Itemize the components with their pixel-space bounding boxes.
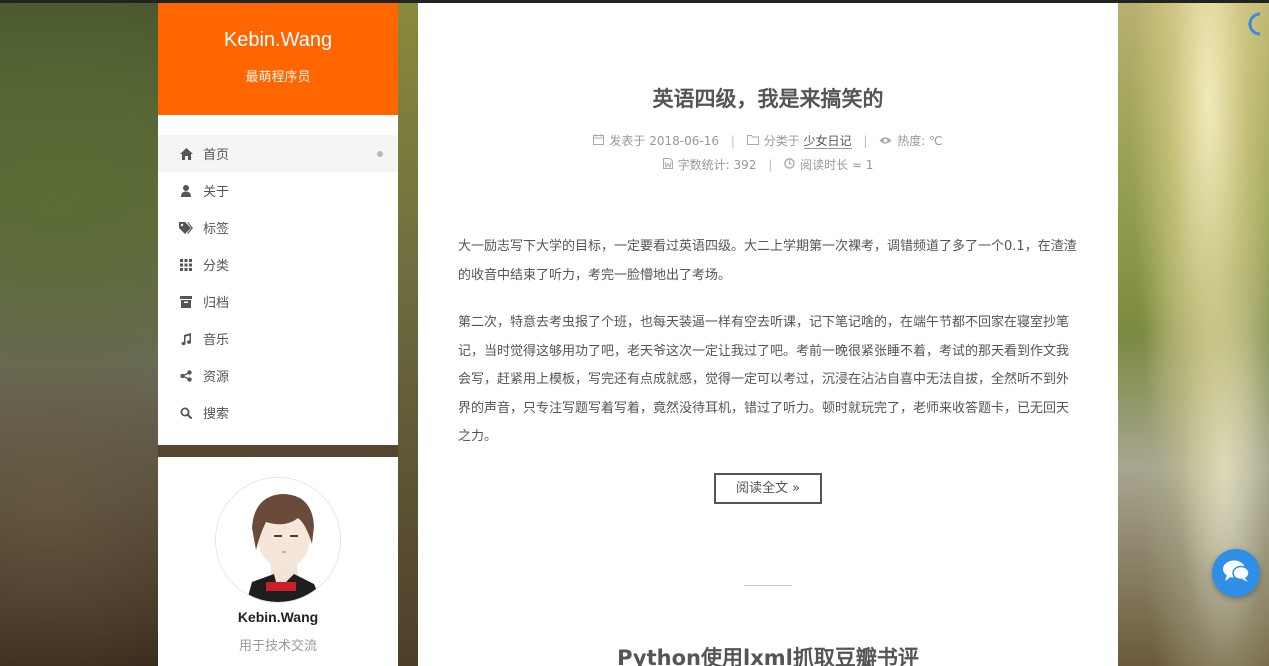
search-icon: [179, 406, 193, 420]
post-title[interactable]: 英语四级，我是来搞笑的: [418, 83, 1118, 113]
meta-separator: |: [768, 158, 773, 172]
next-post-title[interactable]: Python使用lxml抓取豆瓣书评: [418, 642, 1118, 666]
menu-item-label: 标签: [203, 222, 230, 237]
heat-label: 热度: ℃: [897, 134, 943, 148]
background-image-middle: [398, 3, 418, 666]
author-profile: Kebin.Wang 用于技术交流: [158, 457, 398, 666]
menu-item-label: 分类: [203, 259, 230, 274]
site-title[interactable]: Kebin.Wang: [158, 29, 398, 52]
menu-item-archives[interactable]: 归档: [158, 283, 398, 320]
read-more-container: 阅读全文 »: [418, 472, 1118, 504]
wordcount: 字数统计: 392: [677, 158, 757, 172]
tags-icon: [179, 221, 193, 235]
user-icon: [179, 184, 193, 198]
post-paragraph: 第二次，特意去考虫报了个班，也每天装逼一样有空去听课，记下笔记啥的，在端午节都不…: [458, 315, 1070, 444]
posted-date: 2018-06-16: [649, 134, 719, 148]
active-indicator-dot: [377, 151, 383, 157]
chat-bubbles-icon: [1222, 559, 1250, 587]
share-icon: [179, 369, 193, 383]
post-meta: 发表于 2018-06-16 | 分类于 少女日记 | 热度: ℃ 字数统计: …: [418, 129, 1118, 177]
music-icon: [179, 332, 193, 346]
grid-icon: [179, 258, 193, 272]
sidebar-menu: 首页 关于 标签 分类 归档 音乐 资源 搜索: [158, 115, 398, 445]
menu-item-resources[interactable]: 资源: [158, 357, 398, 394]
site-brand: Kebin.Wang 最萌程序员: [158, 3, 398, 115]
post-excerpt: 大一励志写下大学的目标，一定要看过英语四级。大二上学期第一次裸考，调错频道了多了…: [458, 233, 1078, 452]
home-icon: [179, 147, 193, 161]
post-paragraph: 大一励志写下大学的目标，一定要看过英语四级。大二上学期第一次裸考，调错频道了多了…: [458, 239, 1077, 283]
menu-item-tags[interactable]: 标签: [158, 209, 398, 246]
category-link[interactable]: 少女日记: [803, 134, 852, 149]
posted-label: 发表于: [609, 134, 646, 148]
category-label: 分类于: [763, 134, 800, 148]
post-divider: [744, 584, 792, 586]
clock-icon: [784, 153, 795, 177]
post-meta-line-1: 发表于 2018-06-16 | 分类于 少女日记 | 热度: ℃: [418, 129, 1118, 153]
site-subtitle: 最萌程序员: [245, 70, 311, 85]
folder-icon: [746, 129, 759, 153]
menu-item-label: 资源: [203, 370, 230, 385]
menu-item-music[interactable]: 音乐: [158, 320, 398, 357]
calendar-icon: [593, 129, 605, 153]
file-word-icon: [662, 153, 673, 177]
meta-separator: |: [863, 134, 868, 148]
menu-item-categories[interactable]: 分类: [158, 246, 398, 283]
meta-separator: |: [730, 134, 735, 148]
archive-icon: [179, 295, 193, 309]
loading-spinner-icon: [1246, 12, 1266, 36]
menu-item-home[interactable]: 首页: [158, 135, 398, 172]
chat-button[interactable]: [1212, 549, 1260, 597]
post-article: 英语四级，我是来搞笑的 发表于 2018-06-16 | 分类于 少女日记 | …: [418, 83, 1118, 586]
author-name: Kebin.Wang: [237, 609, 319, 625]
menu-item-label: 音乐: [203, 333, 230, 348]
menu-item-label: 关于: [203, 185, 230, 200]
background-image-left: [0, 3, 158, 666]
avatar: [215, 477, 341, 603]
author-description: 用于技术交流: [238, 639, 317, 654]
post-meta-line-2: 字数统计: 392 | 阅读时长 ≈ 1: [418, 153, 1118, 177]
menu-item-label: 归档: [203, 296, 230, 311]
eye-icon: [879, 129, 892, 153]
menu-item-about[interactable]: 关于: [158, 172, 398, 209]
post-list: 英语四级，我是来搞笑的 发表于 2018-06-16 | 分类于 少女日记 | …: [418, 3, 1118, 666]
menu-item-search[interactable]: 搜索: [158, 394, 398, 431]
read-more-button[interactable]: 阅读全文 »: [713, 472, 823, 504]
menu-item-label: 首页: [203, 148, 230, 163]
reading-time: 阅读时长 ≈ 1: [800, 158, 874, 172]
menu-item-label: 搜索: [203, 407, 230, 422]
